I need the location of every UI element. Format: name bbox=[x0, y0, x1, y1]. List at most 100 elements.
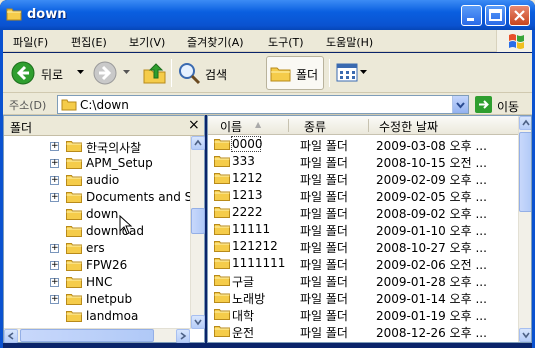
menu-edit[interactable]: 편집(E) bbox=[71, 34, 107, 50]
item-name: 대학 bbox=[232, 309, 255, 323]
list-item[interactable]: 121212 파일 폴더 2008-10-27 오후 ... bbox=[208, 238, 518, 255]
list-item[interactable]: 대학 파일 폴더 2009-01-19 오후 ... bbox=[208, 306, 518, 323]
list-item[interactable]: 11111 파일 폴더 2009-01-10 오후 ... bbox=[208, 221, 518, 238]
column-modified[interactable]: 수정한 날짜 bbox=[369, 116, 518, 135]
file-list-vertical-scrollbar[interactable] bbox=[518, 116, 531, 342]
tree-item[interactable]: + APM_Setup bbox=[4, 155, 194, 172]
tree-item[interactable]: landmoa bbox=[4, 308, 194, 325]
tree-item[interactable]: + Documents and S bbox=[4, 189, 194, 206]
chevron-down-icon bbox=[77, 70, 84, 74]
tree-item[interactable]: + FPW26 bbox=[4, 257, 194, 274]
folder-tree-horizontal-scrollbar[interactable] bbox=[4, 328, 190, 343]
scroll-up-button[interactable] bbox=[519, 116, 531, 130]
expand-toggle[interactable]: + bbox=[50, 193, 59, 202]
column-name-label: 이름 bbox=[220, 120, 243, 134]
scroll-down-button[interactable] bbox=[519, 328, 531, 342]
expand-toggle[interactable]: + bbox=[50, 142, 59, 151]
mouse-cursor-icon bbox=[119, 215, 133, 235]
forward-button[interactable] bbox=[91, 57, 135, 89]
address-label: 주소(D) bbox=[9, 99, 47, 112]
tree-item[interactable]: download bbox=[4, 223, 194, 240]
scroll-thumb[interactable] bbox=[519, 132, 531, 212]
list-item[interactable]: 333 파일 폴더 2008-10-15 오전 ... bbox=[208, 153, 518, 170]
list-item[interactable]: 0000 파일 폴더 2009-03-08 오후 ... bbox=[208, 136, 518, 153]
menu-help[interactable]: 도움말(H) bbox=[326, 34, 373, 50]
tree-item[interactable]: + 한국의사찰 bbox=[4, 138, 194, 155]
column-type-label: 종류 bbox=[304, 120, 327, 134]
folder-icon bbox=[214, 190, 230, 201]
chevron-down-icon bbox=[123, 70, 130, 74]
folder-icon bbox=[214, 173, 230, 184]
views-button[interactable] bbox=[333, 57, 369, 89]
address-value: C:\down bbox=[80, 98, 129, 112]
tree-item[interactable]: down bbox=[4, 206, 194, 223]
maximize-button[interactable] bbox=[485, 5, 506, 26]
close-button[interactable] bbox=[509, 5, 530, 26]
tree-item-label: audio bbox=[86, 173, 120, 187]
expand-toggle[interactable]: + bbox=[50, 176, 59, 185]
tree-item-label: download bbox=[86, 224, 145, 238]
scroll-thumb[interactable] bbox=[191, 208, 205, 234]
item-type: 파일 폴더 bbox=[300, 224, 348, 238]
expand-toggle[interactable]: + bbox=[50, 159, 59, 168]
expand-toggle[interactable]: + bbox=[50, 295, 59, 304]
list-item[interactable]: 1213 파일 폴더 2009-02-05 오후 ... bbox=[208, 187, 518, 204]
list-item[interactable]: 2222 파일 폴더 2008-09-02 오후 ... bbox=[208, 204, 518, 221]
menu-view[interactable]: 보기(V) bbox=[129, 34, 165, 50]
item-modified: 2009-01-28 오후 ... bbox=[376, 275, 487, 289]
column-modified-label: 수정한 날짜 bbox=[379, 120, 439, 134]
minimize-button[interactable] bbox=[461, 5, 482, 26]
scroll-down-button[interactable] bbox=[191, 315, 205, 329]
tree-item-label: APM_Setup bbox=[86, 156, 153, 170]
item-name: 운전 bbox=[232, 326, 255, 340]
folders-button[interactable]: 폴더 bbox=[266, 56, 324, 90]
address-bar: 주소(D) C:\down 이동 bbox=[3, 93, 532, 115]
list-item[interactable]: 노래방 파일 폴더 2009-01-14 오후 ... bbox=[208, 289, 518, 306]
scroll-left-button[interactable] bbox=[4, 329, 18, 343]
go-button[interactable]: 이동 bbox=[474, 95, 530, 114]
close-panel-icon[interactable]: × bbox=[188, 117, 200, 133]
scroll-up-button[interactable] bbox=[191, 136, 205, 150]
folder-panel-title: 폴더 bbox=[10, 121, 33, 135]
expand-toggle[interactable]: + bbox=[50, 244, 59, 253]
search-label: 검색 bbox=[205, 68, 228, 82]
expand-toggle[interactable]: + bbox=[50, 261, 59, 270]
folder-tree-vertical-scrollbar[interactable] bbox=[190, 136, 205, 329]
list-item[interactable]: 구글 파일 폴더 2009-01-28 오후 ... bbox=[208, 272, 518, 289]
tree-item[interactable]: + audio bbox=[4, 172, 194, 189]
scroll-thumb[interactable] bbox=[20, 329, 154, 342]
list-item[interactable]: 운전 파일 폴더 2008-12-26 오후 ... bbox=[208, 323, 518, 340]
scroll-right-button[interactable] bbox=[176, 329, 190, 343]
back-button[interactable]: 뒤로 bbox=[9, 57, 89, 89]
column-type[interactable]: 종류 bbox=[289, 116, 369, 135]
item-modified: 2009-01-19 오후 ... bbox=[376, 309, 487, 323]
tree-item[interactable]: + ers bbox=[4, 240, 194, 257]
address-dropdown-button[interactable] bbox=[452, 96, 468, 113]
item-name: 2222 bbox=[232, 205, 263, 219]
item-modified: 2009-01-10 오후 ... bbox=[376, 224, 487, 238]
list-item[interactable]: 1111111 파일 폴더 2009-02-06 오전 ... bbox=[208, 255, 518, 272]
menu-file[interactable]: 파일(F) bbox=[13, 34, 48, 50]
chevron-up-icon bbox=[522, 119, 530, 126]
title-bar[interactable]: down bbox=[0, 0, 535, 30]
folder-icon bbox=[214, 326, 230, 337]
address-input[interactable]: C:\down bbox=[57, 95, 469, 114]
menu-tools[interactable]: 도구(T) bbox=[268, 34, 304, 50]
column-name[interactable]: 이름 ▲ bbox=[208, 116, 288, 135]
folder-icon bbox=[214, 275, 230, 286]
folders-label: 폴더 bbox=[296, 68, 319, 82]
up-folder-button[interactable] bbox=[139, 57, 169, 89]
list-item[interactable]: 1212 파일 폴더 2009-02-09 오후 ... bbox=[208, 170, 518, 187]
tree-item[interactable]: + HNC bbox=[4, 274, 194, 291]
tree-item[interactable]: + Inetpub bbox=[4, 291, 194, 308]
search-button[interactable]: 검색 bbox=[175, 57, 233, 89]
menu-favorites[interactable]: 즐겨찾기(A) bbox=[187, 34, 244, 50]
tree-item-label: FPW26 bbox=[86, 258, 128, 272]
expand-toggle[interactable]: + bbox=[50, 278, 59, 287]
explorer-window: down 파일(F) 편집(E) 보기(V) 즐겨찾기(A) 도구(T) 도움말… bbox=[0, 0, 535, 348]
item-type: 파일 폴더 bbox=[300, 173, 348, 187]
tree-item-label: 한국의사찰 bbox=[86, 141, 142, 155]
sort-ascending-icon: ▲ bbox=[255, 120, 262, 129]
chevron-down-icon bbox=[194, 319, 202, 326]
item-type: 파일 폴더 bbox=[300, 156, 348, 170]
